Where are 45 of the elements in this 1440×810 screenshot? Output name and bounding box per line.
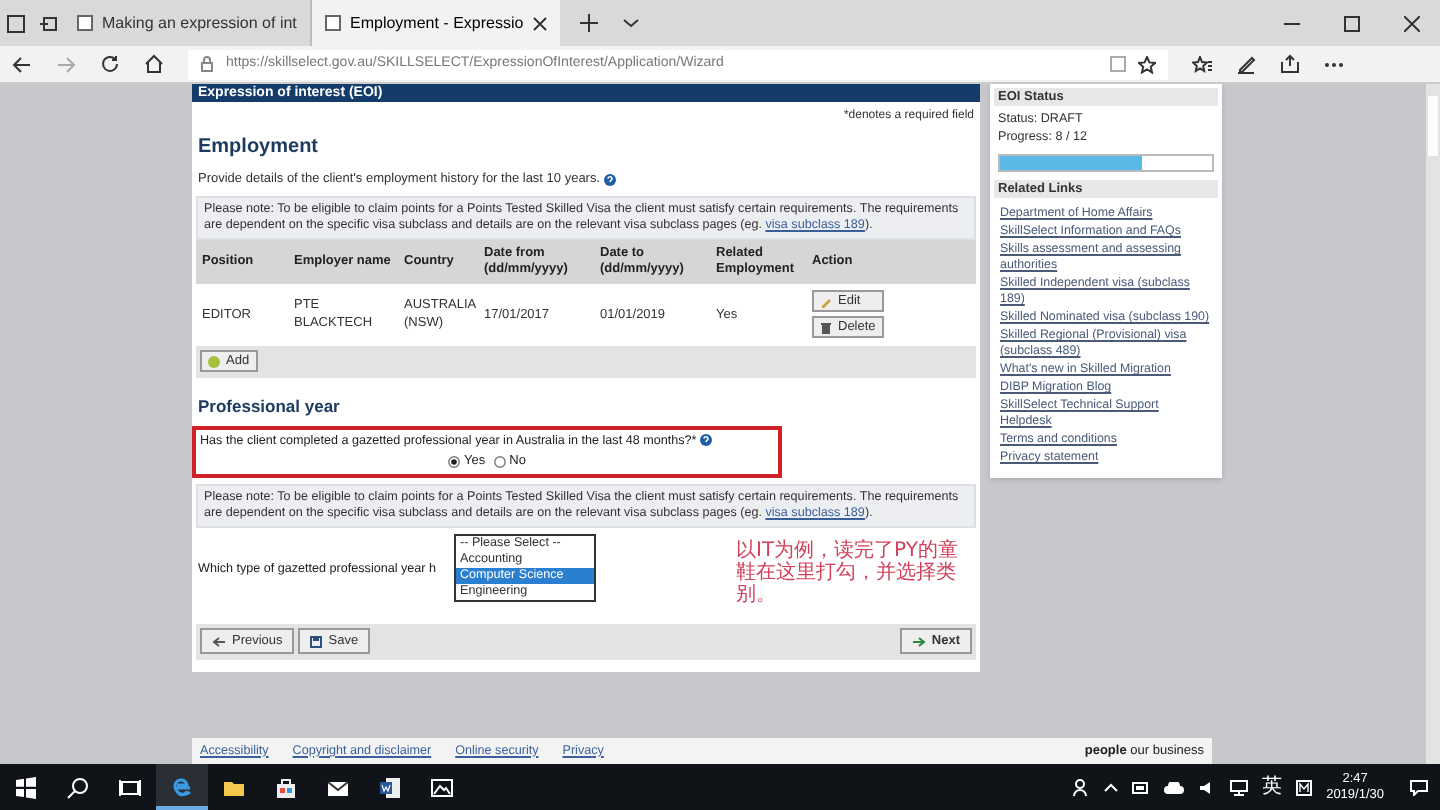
- arrow-right-icon: [911, 635, 926, 648]
- picture-icon[interactable]: [430, 775, 454, 799]
- help-icon[interactable]: [700, 434, 713, 447]
- pen-icon[interactable]: [1236, 54, 1256, 74]
- close-icon[interactable]: [1404, 15, 1420, 31]
- mail-icon[interactable]: [326, 775, 350, 799]
- favorites-icon[interactable]: [1192, 55, 1212, 73]
- home-icon[interactable]: [144, 54, 164, 74]
- help-icon[interactable]: [604, 173, 617, 186]
- arrow-left-icon: [212, 635, 226, 648]
- radio-button[interactable]: [493, 455, 506, 468]
- maximize-icon[interactable]: [1344, 15, 1360, 31]
- refresh-icon[interactable]: [100, 54, 120, 74]
- more-icon[interactable]: [1324, 61, 1344, 67]
- floppy-icon: [310, 635, 323, 648]
- cloud-icon[interactable]: [1164, 781, 1185, 793]
- search-icon[interactable]: [66, 775, 90, 799]
- star-icon[interactable]: [1138, 55, 1156, 73]
- input-indicator[interactable]: 英: [1262, 772, 1283, 802]
- pencil-icon: [820, 295, 832, 308]
- chevron-down-icon[interactable]: [622, 14, 640, 32]
- share-icon[interactable]: [1280, 54, 1300, 74]
- chevron-up-icon[interactable]: [1104, 782, 1119, 792]
- tab-preview-icon[interactable]: [38, 13, 58, 33]
- close-icon[interactable]: [532, 15, 548, 31]
- annotation-text: 以IT为例，读完了PY的童鞋在这里打勾，并选择类别。: [736, 539, 960, 606]
- plus-circle-icon: [208, 355, 220, 368]
- network-icon[interactable]: [1230, 779, 1249, 795]
- task-view-icon[interactable]: [118, 775, 142, 799]
- shopping-bag-icon[interactable]: [274, 775, 298, 799]
- trash-icon: [820, 321, 832, 334]
- radio-button[interactable]: [448, 455, 461, 468]
- windows-icon[interactable]: [14, 775, 38, 799]
- browser-tab[interactable]: Employment - Expressio: [312, 0, 560, 46]
- word-document-icon[interactable]: [378, 775, 402, 799]
- people-icon[interactable]: [1072, 778, 1091, 796]
- browser-e-icon[interactable]: [170, 773, 194, 797]
- section-heading: Employment: [196, 134, 321, 162]
- new-tab-icon[interactable]: [580, 14, 598, 32]
- back-icon[interactable]: [12, 55, 32, 73]
- notification-icon[interactable]: [1410, 779, 1428, 795]
- lock-icon: [200, 56, 214, 72]
- battery-icon[interactable]: [1132, 781, 1151, 793]
- scrollbar[interactable]: [1426, 84, 1440, 764]
- section-heading: Professional year: [196, 393, 342, 419]
